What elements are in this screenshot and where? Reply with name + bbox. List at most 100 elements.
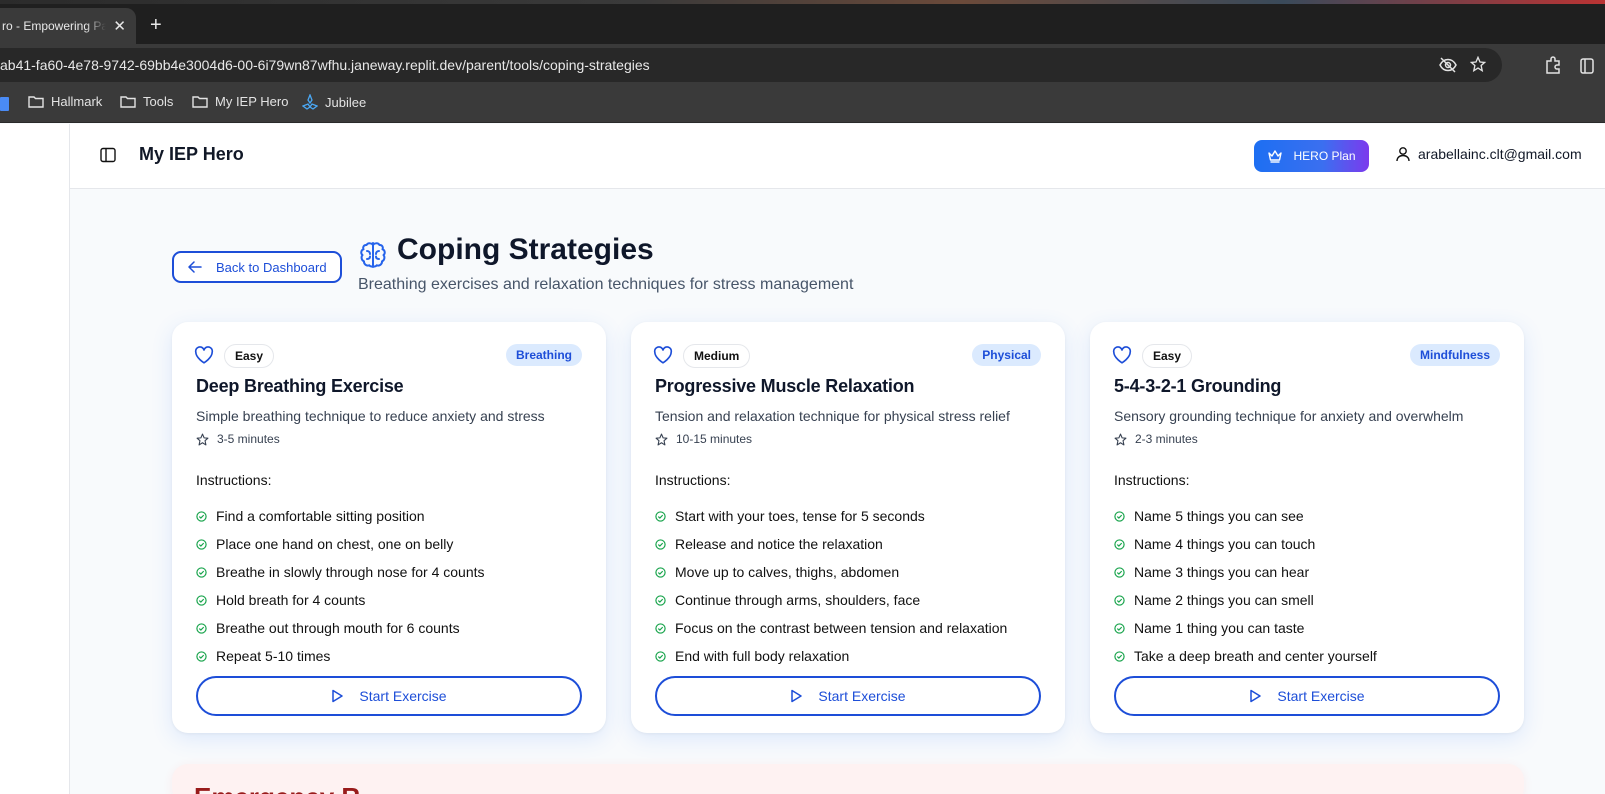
card-description: Tension and relaxation technique for phy…	[655, 408, 1010, 424]
instruction-text: Place one hand on chest, one on belly	[216, 536, 454, 552]
side-panel-icon[interactable]	[1580, 58, 1594, 74]
user-icon	[1396, 147, 1410, 162]
instructions-list: Start with your toes, tense for 5 second…	[655, 502, 1007, 670]
star-icon	[1114, 433, 1127, 445]
category-badge: Physical	[972, 344, 1041, 366]
folder-icon	[192, 96, 208, 108]
docs-icon[interactable]	[0, 97, 9, 111]
browser-tab[interactable]: ro - Empowering Pa ✕	[0, 8, 136, 44]
instruction-text: Continue through arms, shoulders, face	[675, 592, 921, 608]
check-circle-icon	[196, 650, 207, 662]
check-circle-icon	[196, 538, 207, 550]
brain-icon	[360, 242, 386, 268]
bookmark-label: My IEP Hero	[215, 94, 289, 109]
sidebar-toggle-icon[interactable]	[100, 147, 116, 163]
instruction-text: Repeat 5-10 times	[216, 648, 331, 664]
hero-plan-button[interactable]: HERO Plan	[1254, 140, 1369, 172]
play-icon	[332, 689, 344, 703]
instruction-text: Name 3 things you can hear	[1134, 564, 1310, 580]
bookmark-label: Jubilee	[325, 94, 367, 110]
star-icon	[196, 433, 209, 445]
instruction-item: Breathe in slowly through nose for 4 cou…	[196, 558, 485, 586]
instruction-item: Find a comfortable sitting position	[196, 502, 485, 530]
heart-icon[interactable]	[194, 346, 214, 364]
arrow-left-icon	[188, 261, 202, 273]
instruction-item: Name 3 things you can hear	[1114, 558, 1377, 586]
duration-text: 10-15 minutes	[676, 432, 753, 446]
instruction-item: Focus on the contrast between tension an…	[655, 614, 1007, 642]
browser-toolbar: ab41-fa60-4e78-9742-69bb4e3004d6-00-6i79…	[0, 44, 1605, 86]
check-circle-icon	[196, 566, 207, 578]
instruction-text: Release and notice the relaxation	[675, 536, 883, 552]
check-circle-icon	[1114, 622, 1125, 634]
instruction-text: Name 5 things you can see	[1134, 508, 1304, 524]
play-icon	[1250, 689, 1262, 703]
instruction-text: Breathe out through mouth for 6 counts	[216, 620, 460, 636]
instruction-item: Start with your toes, tense for 5 second…	[655, 502, 1007, 530]
card-title: Deep Breathing Exercise	[196, 376, 404, 396]
page-subtitle: Breathing exercises and relaxation techn…	[358, 276, 854, 293]
bookmark-hallmark[interactable]: Hallmark	[28, 94, 102, 109]
star-icon	[655, 433, 668, 445]
address-bar[interactable]: ab41-fa60-4e78-9742-69bb4e3004d6-00-6i79…	[0, 48, 1502, 82]
back-to-dashboard-button[interactable]: Back to Dashboard	[172, 251, 342, 283]
bookmark-label: Hallmark	[51, 94, 103, 109]
check-circle-icon	[655, 650, 666, 662]
bookmark-star-icon[interactable]	[1470, 56, 1486, 72]
user-menu[interactable]: arabellainc.clt@gmail.com	[1396, 146, 1582, 162]
instruction-item: Name 5 things you can see	[1114, 502, 1377, 530]
instruction-text: Take a deep breath and center yourself	[1134, 648, 1377, 664]
instruction-text: Name 4 things you can touch	[1134, 536, 1316, 552]
instructions-label: Instructions:	[655, 472, 731, 488]
duration: 2-3 minutes	[1114, 432, 1198, 446]
extensions-icon[interactable]	[1544, 56, 1562, 74]
check-circle-icon	[196, 510, 207, 522]
card-title: 5-4-3-2-1 Grounding	[1114, 376, 1282, 396]
eye-off-icon[interactable]	[1439, 57, 1457, 73]
card-description: Simple breathing technique to reduce anx…	[196, 408, 545, 424]
duration: 3-5 minutes	[196, 432, 280, 446]
instruction-item: Name 4 things you can touch	[1114, 530, 1377, 558]
check-circle-icon	[1114, 510, 1125, 522]
instruction-item: Continue through arms, shoulders, face	[655, 586, 1007, 614]
instruction-item: Move up to calves, thighs, abdomen	[655, 558, 1007, 586]
bookmark-jubilee[interactable]: Jubilee	[302, 94, 366, 110]
instruction-item: Hold breath for 4 counts	[196, 586, 485, 614]
url-text[interactable]: ab41-fa60-4e78-9742-69bb4e3004d6-00-6i79…	[0, 57, 650, 73]
user-email: arabellainc.clt@gmail.com	[1418, 146, 1582, 162]
duration-text: 2-3 minutes	[1135, 432, 1198, 446]
bookmarks-bar: Hallmark Tools My IEP Hero Jubilee	[0, 86, 1605, 123]
tab-close-icon[interactable]: ✕	[113, 17, 126, 35]
difficulty-badge: Medium	[683, 344, 751, 368]
folder-icon	[120, 96, 136, 108]
card-title: Progressive Muscle Relaxation	[655, 376, 915, 396]
folder-icon	[28, 96, 44, 108]
bookmark-tools[interactable]: Tools	[120, 94, 173, 109]
instruction-text: Find a comfortable sitting position	[216, 508, 425, 524]
start-exercise-button[interactable]: Start Exercise	[1114, 676, 1500, 716]
category-badge: Breathing	[505, 344, 582, 366]
instruction-text: End with full body relaxation	[675, 648, 850, 664]
check-circle-icon	[655, 566, 666, 578]
difficulty-badge: Easy	[1142, 344, 1193, 368]
tab-bar: ro - Empowering Pa ✕ +	[0, 4, 1605, 44]
heart-icon[interactable]	[653, 346, 673, 364]
tab-title: ro - Empowering Pa	[2, 19, 106, 33]
category-badge: Mindfulness	[1409, 344, 1500, 366]
app-title: My IEP Hero	[139, 144, 244, 164]
strategy-card-deep-breathing: Easy Breathing Deep Breathing Exercise S…	[172, 322, 606, 733]
check-circle-icon	[1114, 566, 1125, 578]
start-exercise-button[interactable]: Start Exercise	[196, 676, 582, 716]
instruction-item: End with full body relaxation	[655, 642, 1007, 670]
strategy-card-grounding: Easy Mindfulness 5-4-3-2-1 Grounding Sen…	[1090, 322, 1524, 733]
bookmark-my-iep-hero[interactable]: My IEP Hero	[192, 94, 288, 109]
difficulty-badge: Easy	[224, 344, 275, 368]
instruction-item: Release and notice the relaxation	[655, 530, 1007, 558]
heart-icon[interactable]	[1112, 346, 1132, 364]
jubilee-logo-icon	[302, 94, 318, 110]
hero-plan-label: HERO Plan	[1293, 149, 1356, 163]
duration-text: 3-5 minutes	[217, 432, 280, 446]
start-exercise-button[interactable]: Start Exercise	[655, 676, 1041, 716]
instruction-text: Name 2 things you can smell	[1134, 592, 1314, 608]
new-tab-button[interactable]: +	[150, 15, 162, 35]
